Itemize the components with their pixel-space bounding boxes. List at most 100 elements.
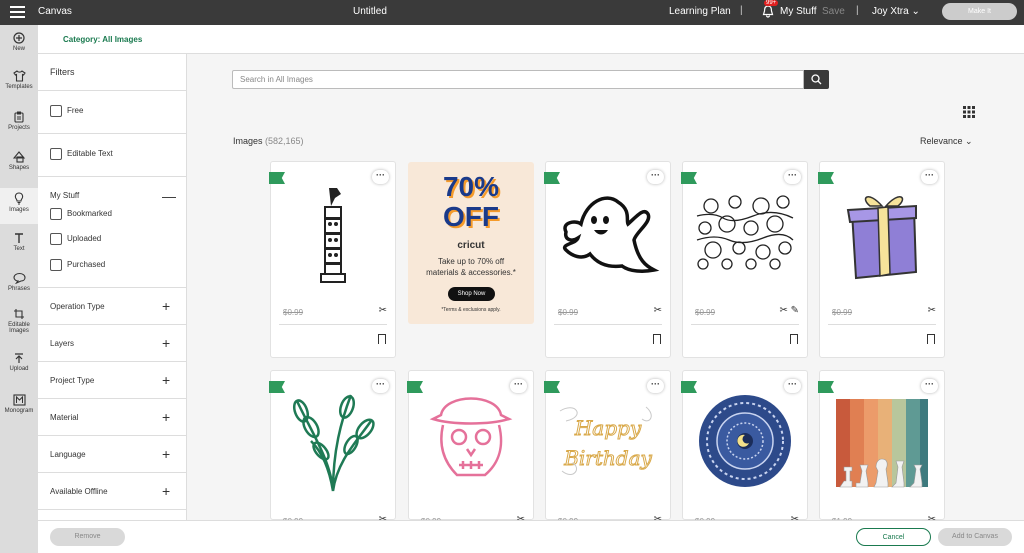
nav-text[interactable]: Text [0, 232, 38, 262]
nav-shapes[interactable]: Shapes [0, 151, 38, 181]
checkbox[interactable] [50, 208, 62, 220]
remove-button[interactable]: Remove [50, 528, 125, 546]
nav-editable-images[interactable]: Editable Images [0, 308, 38, 344]
bookmark-icon[interactable] [653, 334, 661, 344]
more-options-icon[interactable]: ··· [784, 170, 801, 184]
search-icon [811, 74, 822, 85]
hamburger-menu-icon[interactable] [10, 6, 25, 19]
checkbox[interactable] [50, 233, 62, 245]
more-options-icon[interactable]: ··· [372, 170, 389, 184]
promo-line-1: Take up to 70% off [437, 257, 505, 266]
cut-icon: ✂ [378, 305, 387, 316]
nav-label: Projects [8, 125, 30, 131]
filter-editable-text[interactable]: Editable Text [50, 148, 113, 160]
more-options-icon[interactable]: ··· [921, 379, 938, 393]
grid-view-icon[interactable] [963, 106, 975, 118]
app-title: Canvas [38, 6, 72, 17]
filter-label: Editable Text [67, 149, 113, 159]
category-breadcrumb[interactable]: Category: All Images [63, 35, 142, 44]
image-card[interactable]: ··· $0.99 ✂ [269, 161, 396, 358]
divider [828, 324, 936, 325]
filter-section-language[interactable]: Language [50, 450, 86, 459]
my-stuff-link[interactable]: My Stuff [780, 6, 817, 17]
filter-section-material[interactable]: Material [50, 413, 78, 422]
divider [38, 90, 187, 91]
bookmark-icon[interactable] [927, 334, 935, 344]
nav-phrases[interactable]: Phrases [0, 272, 38, 302]
expand-plus-icon[interactable]: + [162, 336, 170, 350]
plus-circle-icon [13, 32, 25, 44]
lightbulb-icon [14, 192, 24, 205]
learning-plan-link[interactable]: Learning Plan [669, 6, 731, 17]
divider [38, 133, 187, 134]
results-number: (582,165) [265, 136, 304, 146]
expand-plus-icon[interactable]: + [162, 447, 170, 461]
expand-plus-icon[interactable]: + [162, 410, 170, 424]
image-card[interactable]: ··· $0.99 ✂ [407, 370, 534, 526]
cancel-button[interactable]: Cancel [856, 528, 931, 546]
image-card[interactable]: ··· $1.99 ✂ [818, 370, 945, 526]
expand-plus-icon[interactable]: + [162, 373, 170, 387]
more-options-icon[interactable]: ··· [784, 379, 801, 393]
save-button[interactable]: Save [822, 6, 845, 17]
cut-icon: ✂ [927, 305, 936, 316]
promo-banner[interactable]: 70% OFF cricut Take up to 70% off material… [408, 162, 534, 324]
nav-label: New [12, 46, 25, 52]
divider [279, 324, 387, 325]
nav-templates[interactable]: Templates [0, 70, 38, 100]
bell-icon[interactable]: 99+ [762, 0, 779, 18]
nav-label: Phrases [7, 286, 30, 292]
bookmark-icon[interactable] [378, 334, 386, 344]
filter-section-available-offline[interactable]: Available Offline [50, 487, 108, 496]
filter-section-layers[interactable]: Layers [50, 339, 74, 348]
sort-dropdown[interactable]: Relevance ⌄ [920, 136, 973, 147]
checkbox[interactable] [50, 148, 62, 160]
divider: | [740, 5, 743, 16]
filter-purchased[interactable]: Purchased [50, 259, 105, 271]
expand-plus-icon[interactable]: + [162, 299, 170, 313]
checkbox[interactable] [50, 105, 62, 117]
bookmark-icon[interactable] [790, 334, 798, 344]
chevron-down-icon: ⌄ [965, 136, 973, 146]
image-card[interactable]: Happy Birthday ··· $0.99 ✂ [544, 370, 671, 526]
price: $0.99 [558, 308, 579, 317]
nav-images[interactable]: Images [0, 188, 38, 224]
search-input[interactable]: Search in All Images [232, 70, 804, 89]
collapse-icon[interactable]: — [162, 189, 176, 203]
expand-plus-icon[interactable]: + [162, 484, 170, 498]
nav-projects[interactable]: Projects [0, 111, 38, 141]
monogram-icon [12, 394, 26, 406]
filter-section-project-type[interactable]: Project Type [50, 376, 94, 385]
more-options-icon[interactable]: ··· [510, 379, 527, 393]
search-button[interactable] [804, 70, 829, 89]
more-options-icon[interactable]: ··· [921, 170, 938, 184]
nav-new[interactable]: New [0, 32, 38, 62]
sort-label: Relevance [920, 136, 963, 146]
checkbox[interactable] [50, 259, 62, 271]
nav-label: Templates [5, 84, 33, 90]
more-options-icon[interactable]: ··· [647, 170, 664, 184]
add-to-canvas-button[interactable]: Add to Canvas [938, 528, 1012, 546]
make-it-button[interactable]: Make It [942, 3, 1017, 20]
nav-monogram[interactable]: Monogram [0, 394, 38, 424]
image-card[interactable]: ··· $0.99 ✂ [681, 370, 808, 526]
filter-free[interactable]: Free [50, 105, 83, 117]
image-card[interactable]: ··· $0.99 ✂ [818, 161, 945, 358]
promo-line-2: materials & accessories.* [426, 268, 516, 277]
image-card[interactable]: ··· $0.99 ✂ [269, 370, 396, 526]
image-card[interactable]: ··· $0.99 ✂ ✎ [681, 161, 808, 358]
account-menu[interactable]: Joy Xtra ⌄ [872, 6, 920, 17]
nav-upload[interactable]: Upload [0, 352, 38, 382]
more-options-icon[interactable]: ··· [372, 379, 389, 393]
shop-now-button[interactable]: Shop Now [448, 287, 495, 301]
filter-uploaded[interactable]: Uploaded [50, 233, 101, 245]
image-card[interactable]: ··· $0.99 ✂ [544, 161, 671, 358]
nav-label: Monogram [4, 408, 34, 414]
cut-and-draw-icons: ✂ ✎ [779, 305, 799, 316]
filter-bookmarked[interactable]: Bookmarked [50, 208, 112, 220]
document-title[interactable]: Untitled [353, 6, 387, 17]
happy-text: Happy [574, 416, 642, 440]
more-options-icon[interactable]: ··· [647, 379, 664, 393]
divider [38, 509, 187, 510]
filter-section-operation-type[interactable]: Operation Type [50, 302, 105, 311]
